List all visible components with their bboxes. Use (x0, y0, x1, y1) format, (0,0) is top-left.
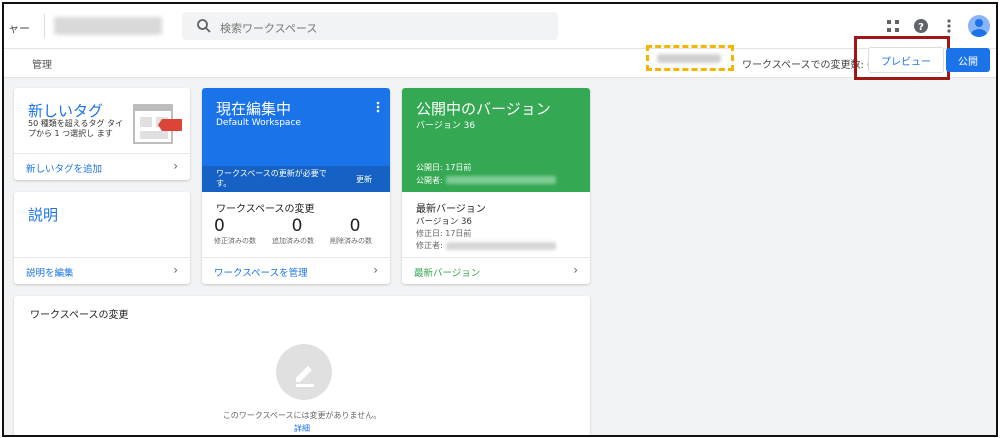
search-placeholder: 検索ワークスペース (220, 22, 318, 35)
deleted-count-label: 削除済みの数 (330, 237, 372, 245)
added-count-label: 追加済みの数 (272, 237, 314, 245)
published-version-header: 公開中のバージョン バージョン 36 公開日: 17日前 公開者: (402, 88, 590, 192)
published-date: 公開日: 17日前 (416, 163, 472, 172)
workspace-changes-panel: ワークスペースの変更 このワークスペースには変更がありません。 詳細 (14, 296, 590, 435)
manage-workspaces-link[interactable]: ワークスペースを管理 (214, 265, 308, 279)
update-notice-text: ワークスペースの更新が必要で す。 (216, 169, 327, 188)
description-title: 説明 (28, 206, 59, 224)
header-divider (44, 14, 45, 38)
app-frame: ャー 検索ワークスペース ? 管理 ワークスペースでの変更数: 0 プレビュー … (2, 2, 998, 437)
modified-count: 0 修正済みの数 (214, 216, 264, 246)
current-workspace-name: Default Workspace (216, 118, 301, 128)
description-card[interactable]: 説明 説明を編集 › (14, 192, 190, 284)
new-tag-description: 50 種類を超えるタグ タイプから 1 つ選択し ます (28, 119, 124, 138)
chevron-right-icon: › (373, 263, 378, 277)
account-avatar[interactable] (968, 15, 990, 37)
edit-pencil-icon (276, 344, 332, 400)
latest-version-heading: 最新バージョン (416, 204, 486, 215)
update-button[interactable]: 更新 (356, 174, 372, 185)
tag-illustration-icon (133, 104, 182, 144)
workspace-changes-empty-text: このワークスペースには変更がありません。 (222, 411, 382, 420)
new-tag-card[interactable]: 新しいタグ 50 種類を超えるタグ タイプから 1 つ選択し ます 新しいタグを… (14, 88, 190, 180)
deleted-count-value: 0 (349, 216, 361, 236)
current-workspace-footer[interactable]: ワークスペースを管理 › (202, 257, 390, 284)
published-version-footer[interactable]: 最新バージョン › (402, 257, 590, 284)
workspace-name-highlight (646, 45, 734, 71)
latest-version-number: バージョン 36 (416, 217, 472, 227)
account-name-redacted[interactable] (54, 17, 162, 35)
update-notice-bar: ワークスペースの更新が必要で す。 更新 (202, 166, 390, 192)
current-workspace-card: 現在編集中 Default Workspace ワークスペースの更新が必要で す… (202, 88, 390, 284)
published-version-title: 公開中のバージョン (416, 100, 551, 118)
modified-count-label: 修正済みの数 (214, 237, 256, 245)
chevron-right-icon: › (173, 159, 178, 173)
chevron-right-icon: › (573, 263, 578, 277)
help-icon[interactable]: ? (912, 17, 930, 35)
svg-text:?: ? (918, 22, 924, 33)
modifier-label: 修正者: (416, 241, 443, 250)
deleted-count: 0 削除済みの数 (330, 216, 380, 246)
workspace-search[interactable]: 検索ワークスペース (182, 12, 558, 40)
change-counts: 0 修正済みの数 0 追加済みの数 0 削除済みの数 (214, 216, 382, 246)
publish-button[interactable]: 公開 (946, 48, 990, 72)
apps-grid-icon[interactable] (884, 17, 902, 35)
added-count-value: 0 (291, 216, 303, 236)
more-vert-icon[interactable] (376, 98, 380, 117)
new-tag-footer[interactable]: 新しいタグを追加 › (14, 153, 190, 180)
admin-tab[interactable]: 管理 (32, 56, 52, 71)
workspace-name-redacted[interactable] (657, 54, 721, 63)
top-bar: ャー 検索ワークスペース ? (4, 4, 996, 49)
modified-date: 修正日: 17日前 (416, 229, 472, 238)
workspace-changes-panel-title: ワークスペースの変更 (30, 310, 129, 321)
chevron-right-icon: › (173, 263, 178, 277)
new-tag-title: 新しいタグ (28, 102, 104, 120)
current-workspace-header: 現在編集中 Default Workspace ワークスペースの更新が必要で す… (202, 88, 390, 192)
published-version-card: 公開中のバージョン バージョン 36 公開日: 17日前 公開者: 最新バージョ… (402, 88, 590, 284)
search-icon (197, 19, 211, 33)
preview-button[interactable]: プレビュー (868, 47, 944, 73)
added-count: 0 追加済みの数 (272, 216, 322, 246)
description-footer[interactable]: 説明を編集 › (14, 257, 190, 284)
workspace-changes-heading: ワークスペースの変更 (216, 204, 315, 215)
more-vert-icon[interactable] (940, 17, 958, 35)
edit-description-link[interactable]: 説明を編集 (26, 265, 74, 279)
latest-version-link[interactable]: 最新バージョン (414, 265, 480, 279)
current-workspace-title: 現在編集中 (216, 100, 292, 118)
modifier-redacted (446, 242, 556, 250)
add-new-tag-link[interactable]: 新しいタグを追加 (26, 161, 102, 175)
modified-count-value: 0 (214, 216, 225, 236)
container-breadcrumb[interactable]: ャー (8, 20, 30, 36)
publisher-label: 公開者: (416, 176, 443, 185)
publisher-redacted (446, 176, 556, 184)
published-version-number: バージョン 36 (416, 121, 476, 131)
details-link[interactable]: 詳細 (14, 423, 590, 434)
